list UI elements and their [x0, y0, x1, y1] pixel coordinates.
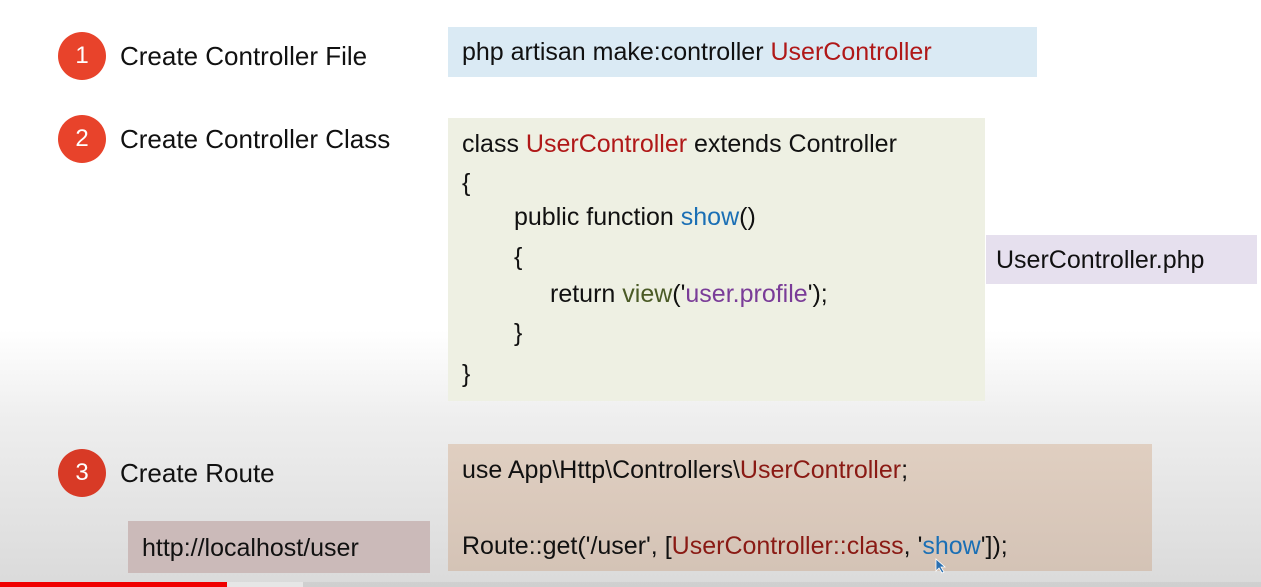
- code-line: }: [462, 360, 471, 388]
- code-line: use App\Http\Controllers\UserController;: [462, 456, 909, 484]
- step-label: Create Route: [120, 457, 275, 488]
- code-line: return view('user.profile');: [550, 280, 828, 308]
- step-label: Create Controller Class: [120, 123, 391, 154]
- code-line: public function show(): [514, 203, 756, 231]
- command-text: php artisan make:controller UserControll…: [462, 37, 932, 67]
- filename-text: UserController.php: [996, 246, 1205, 274]
- code-line: class UserController extends Controller: [462, 130, 897, 158]
- command-box: php artisan make:controller UserControll…: [448, 27, 1037, 77]
- class-code-box: class UserController extends Controller …: [448, 118, 985, 401]
- code-line: {: [514, 243, 523, 271]
- video-progress-bar[interactable]: [0, 582, 1261, 587]
- video-played-bar: [0, 582, 227, 587]
- command-controller-name: UserController: [770, 38, 932, 66]
- url-text: http://localhost/user: [142, 534, 359, 562]
- step-label: Create Controller File: [120, 40, 368, 71]
- step-1: 1 Create Controller File: [58, 32, 367, 80]
- route-code-box: use App\Http\Controllers\UserController;…: [448, 444, 1152, 571]
- url-box: http://localhost/user: [128, 521, 430, 573]
- step-number-badge: 1: [58, 32, 106, 80]
- filename-label: UserController.php: [986, 235, 1257, 284]
- step-3: 3 Create Route: [58, 449, 275, 497]
- step-number-badge: 3: [58, 449, 106, 497]
- code-line: {: [462, 169, 471, 197]
- step-2: 2 Create Controller Class: [58, 115, 390, 163]
- command-prefix: php artisan make:controller: [462, 38, 771, 66]
- mouse-cursor-icon: [935, 558, 947, 574]
- step-number-badge: 2: [58, 115, 106, 163]
- code-line: }: [514, 319, 523, 347]
- code-line: Route::get('/user', [UserController::cla…: [462, 532, 1008, 560]
